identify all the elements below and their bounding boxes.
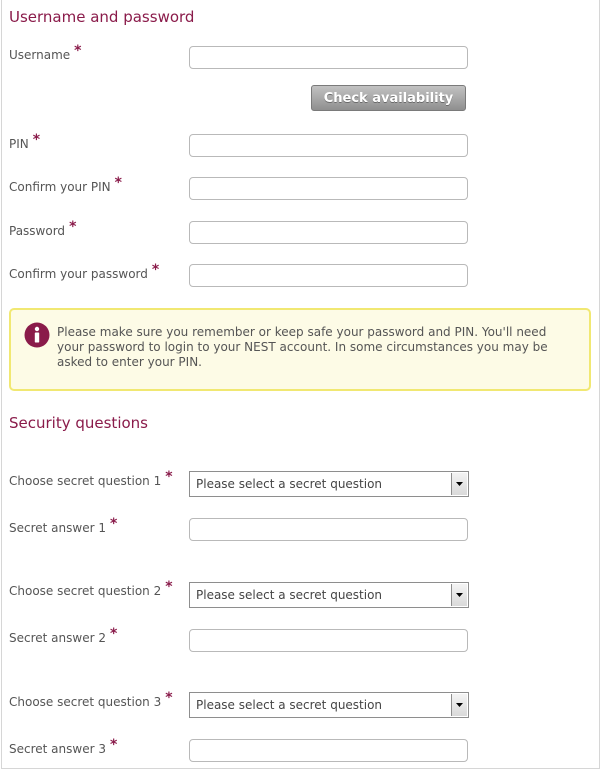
required-marker: * — [109, 516, 118, 532]
required-marker: * — [69, 219, 77, 235]
chevron-down-icon[interactable] — [451, 584, 467, 606]
secret-question-1-select[interactable]: Please select a secret question — [189, 471, 469, 497]
required-marker: * — [165, 690, 173, 706]
required-marker: * — [109, 626, 118, 642]
username-label-text: Username — [9, 48, 71, 62]
secret-question-3-label-text: Choose secret question 3 — [9, 695, 162, 709]
check-availability-button[interactable]: Check availability — [311, 85, 466, 111]
info-message: Please make sure you remember or keep sa… — [57, 325, 548, 369]
required-marker: * — [165, 469, 173, 485]
secret-answer-3-label: Secret answer 3 * — [9, 738, 117, 756]
username-label: Username * — [9, 44, 82, 62]
secret-question-2-label-text: Choose secret question 2 — [9, 584, 162, 598]
secret-question-3-select[interactable]: Please select a secret question — [189, 692, 469, 718]
password-label: Password * — [9, 220, 76, 238]
confirm-pin-label: Confirm your PIN * — [9, 176, 122, 194]
secret-answer-2-label-text: Secret answer 2 — [9, 631, 106, 645]
confirm-password-input[interactable] — [189, 264, 468, 287]
password-label-text: Password — [9, 224, 66, 238]
secret-question-1-label: Choose secret question 1 * — [9, 470, 173, 488]
confirm-pin-input[interactable] — [189, 177, 468, 200]
secret-question-3-label: Choose secret question 3 * — [9, 691, 173, 709]
section-title-security: Security questions — [9, 414, 148, 432]
pin-label-text: PIN — [9, 137, 29, 151]
select-value: Please select a secret question — [196, 698, 383, 712]
secret-question-2-label: Choose secret question 2 * — [9, 580, 173, 598]
select-value: Please select a secret question — [196, 588, 383, 602]
confirm-pin-label-text: Confirm your PIN — [9, 180, 111, 194]
required-marker: * — [109, 737, 118, 753]
info-icon — [24, 322, 50, 348]
required-marker: * — [32, 132, 41, 148]
secret-answer-3-input[interactable] — [189, 739, 468, 762]
confirm-password-label: Confirm your password * — [9, 263, 159, 281]
pin-input[interactable] — [189, 134, 468, 157]
required-marker: * — [151, 262, 160, 278]
required-marker: * — [165, 579, 173, 595]
secret-answer-1-label-text: Secret answer 1 — [9, 521, 106, 535]
secret-answer-2-input[interactable] — [189, 629, 468, 652]
username-input[interactable] — [189, 46, 468, 69]
pin-label: PIN * — [9, 133, 40, 151]
info-notice: Please make sure you remember or keep sa… — [9, 308, 591, 391]
required-marker: * — [114, 175, 122, 191]
chevron-down-icon[interactable] — [451, 473, 467, 495]
password-input[interactable] — [189, 221, 468, 244]
secret-question-2-select[interactable]: Please select a secret question — [189, 582, 469, 608]
select-value: Please select a secret question — [196, 477, 383, 491]
confirm-password-label-text: Confirm your password — [9, 267, 148, 281]
secret-answer-2-label: Secret answer 2 * — [9, 627, 117, 645]
required-marker: * — [74, 43, 82, 59]
secret-answer-3-label-text: Secret answer 3 — [9, 742, 106, 756]
chevron-down-icon[interactable] — [451, 694, 467, 716]
secret-question-1-label-text: Choose secret question 1 — [9, 474, 162, 488]
section-title-credentials: Username and password — [9, 8, 195, 26]
secret-answer-1-label: Secret answer 1 * — [9, 517, 117, 535]
secret-answer-1-input[interactable] — [189, 518, 468, 541]
